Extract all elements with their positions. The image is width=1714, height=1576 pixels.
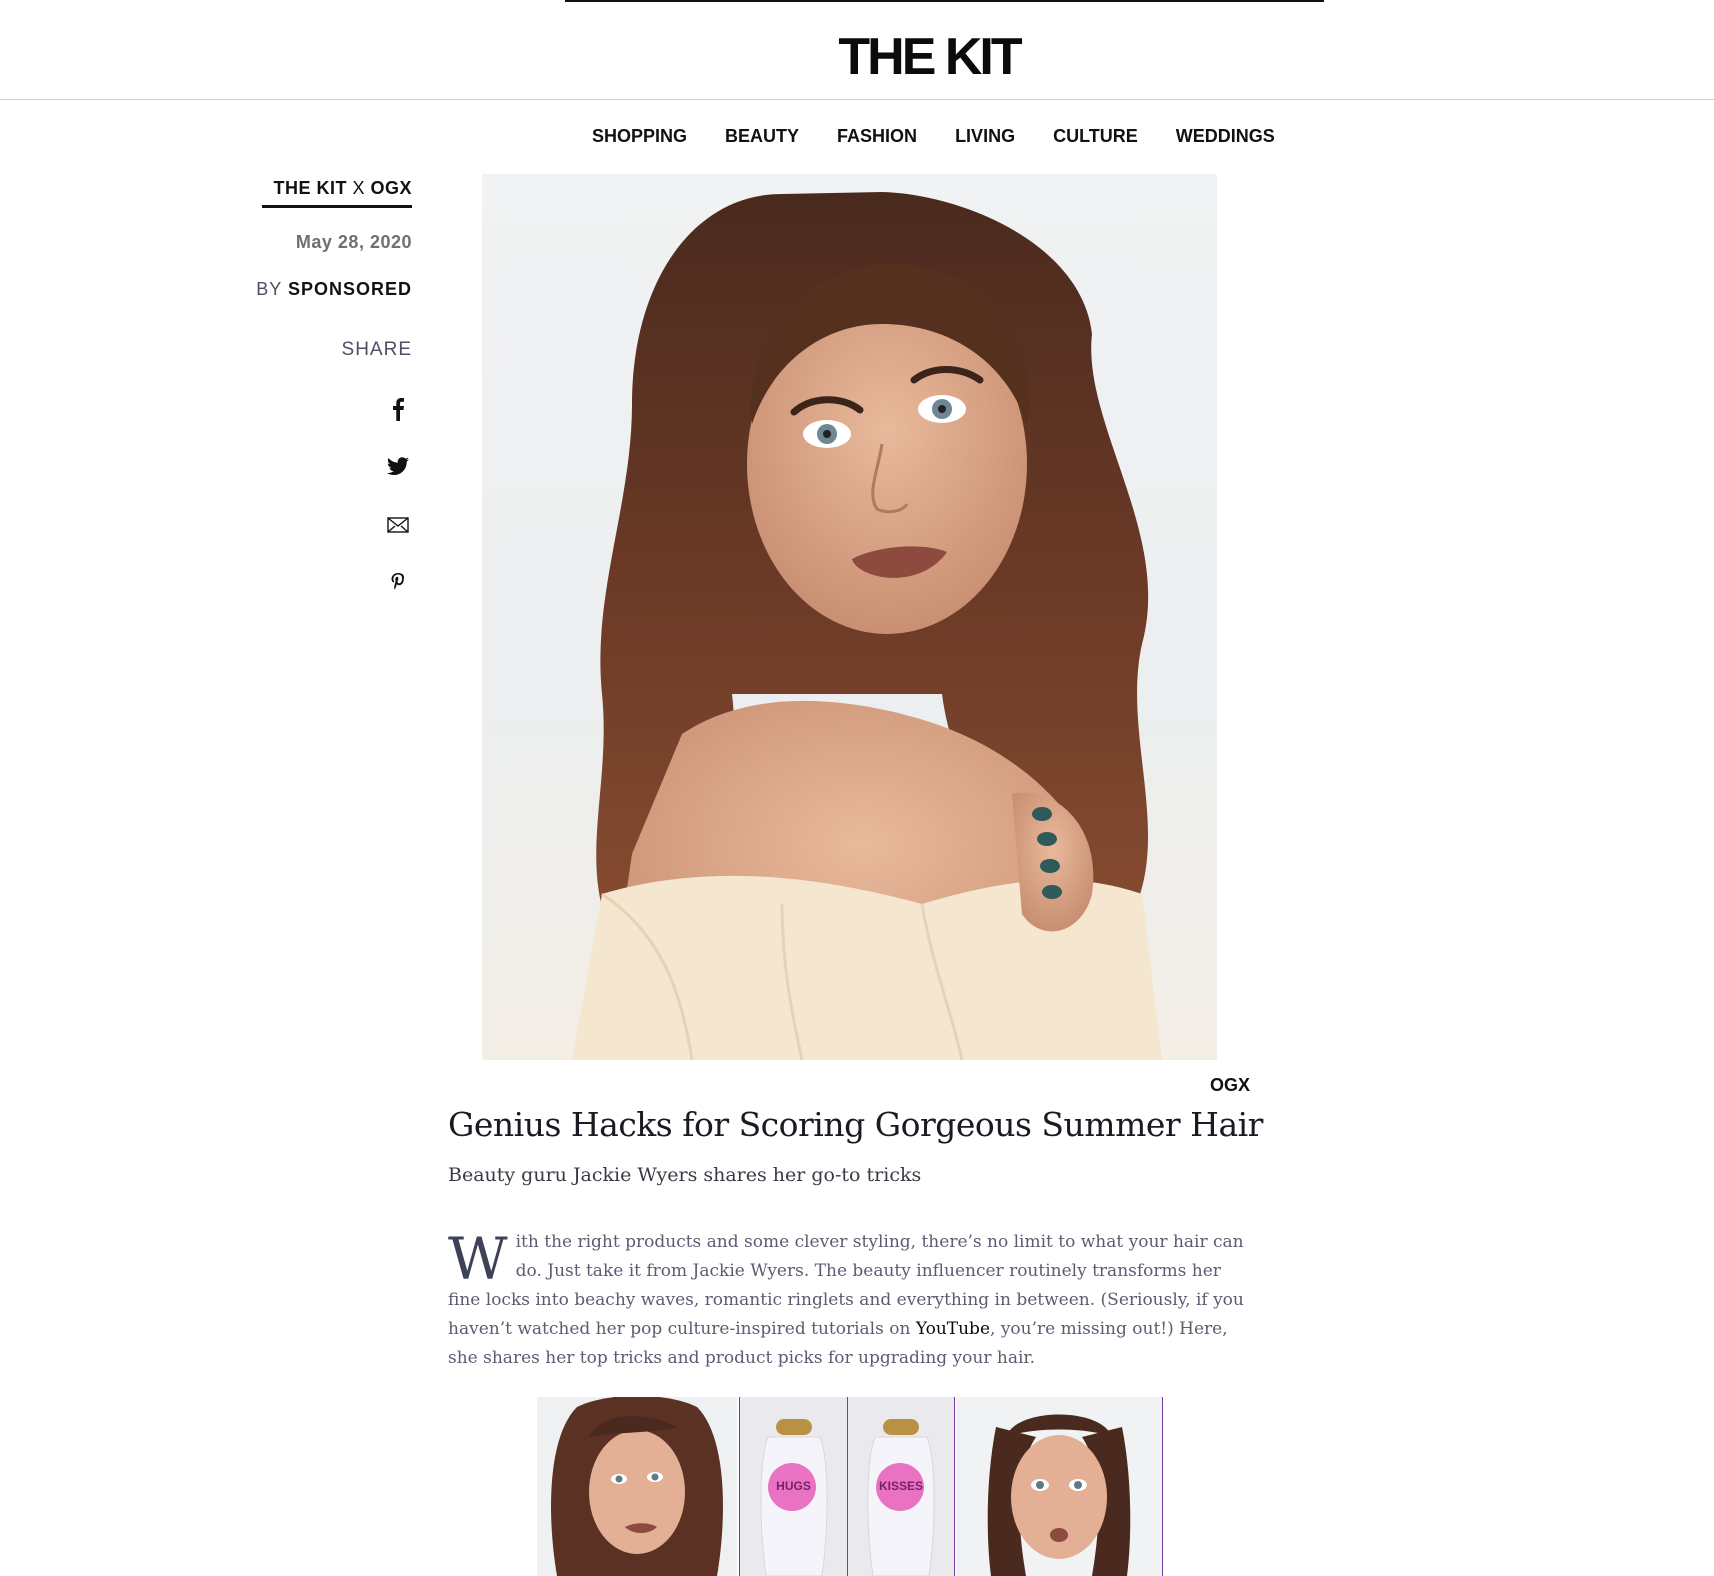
drop-cap: W [448,1225,508,1293]
sponsor-tag[interactable]: THE KIT X OGX [262,178,412,199]
bottle-kisses-label: KISSES [878,1479,923,1493]
pinterest-icon[interactable] [386,571,410,595]
main-nav: SHOPPING BEAUTY FASHION LIVING CULTURE W… [592,124,1313,148]
collage-portrait-right [956,1397,1163,1576]
hero-image [482,174,1217,1060]
nav-item-culture[interactable]: CULTURE [1053,124,1138,148]
article-dek: Beauty guru Jackie Wyers shares her go-t… [448,1164,922,1186]
collage-bottle-kisses: KISSES [848,1397,955,1576]
nav-item-living[interactable]: LIVING [955,124,1015,148]
byline: BY SPONSORED [200,279,412,300]
sponsor-underline [262,205,412,208]
article-body: With the right products and some clever … [448,1228,1248,1373]
site-logo[interactable]: THE KIT [0,26,1714,88]
share-label: SHARE [341,339,412,360]
publish-date: May 28, 2020 [295,232,412,252]
byline-label: BY [256,279,288,299]
bottle-hugs-label: HUGS [776,1479,811,1493]
nav-item-beauty[interactable]: BEAUTY [725,124,799,148]
header-divider [0,99,1714,100]
email-icon[interactable] [386,513,410,537]
byline-author[interactable]: SPONSORED [288,279,412,299]
portrait-left-illustration [551,1397,723,1576]
sponsor-tag-x: X [346,178,371,198]
nav-item-weddings[interactable]: WEDDINGS [1176,124,1275,148]
youtube-link[interactable]: YouTube [916,1319,990,1339]
facebook-icon[interactable] [386,397,410,421]
sponsor-tag-partner: OGX [370,178,412,198]
nav-item-shopping[interactable]: SHOPPING [592,124,687,148]
photo-credit: OGX [1209,1075,1250,1095]
twitter-icon[interactable] [386,455,410,479]
top-rule [565,0,1324,2]
article-headline: Genius Hacks for Scoring Gorgeous Summer… [448,1105,1263,1144]
collage-bottle-hugs: HUGS [739,1397,848,1576]
hero-portrait-illustration [572,192,1162,1060]
collage-portrait-left [537,1397,737,1576]
portrait-right-illustration [987,1414,1131,1576]
product-collage: HUGS KISSES [537,1397,1163,1576]
sponsor-tag-main: THE KIT [273,178,347,198]
nav-item-fashion[interactable]: FASHION [837,124,917,148]
